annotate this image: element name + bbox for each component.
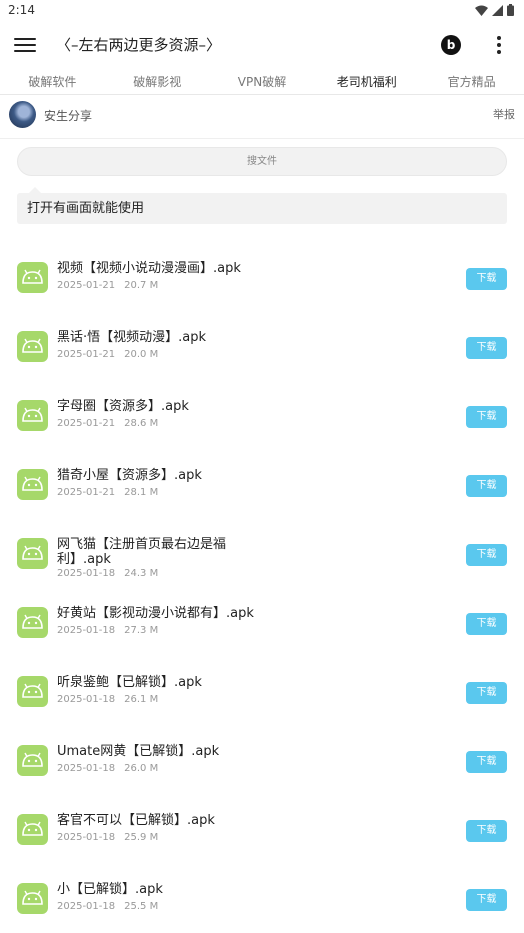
download-button[interactable]: 下载	[466, 268, 507, 290]
author-row: 安生分享 举报	[0, 96, 524, 134]
download-button[interactable]: 下载	[466, 337, 507, 359]
list-item[interactable]: 好黄站【影视动漫小说都有】.apk 2025-01-18 27.3 M 下载	[0, 588, 524, 657]
download-button[interactable]: 下载	[466, 751, 507, 773]
file-size: 26.0 M	[124, 763, 159, 774]
android-app-icon	[17, 400, 48, 431]
wifi-icon	[475, 5, 488, 16]
file-meta: 2025-01-21 20.7 M	[57, 280, 167, 291]
tip-bubble: 打开有画面就能使用	[17, 187, 507, 224]
file-size: 28.1 M	[124, 487, 159, 498]
battery-icon	[507, 4, 514, 16]
file-name[interactable]: 视频【视频小说动漫漫画】.apk	[57, 261, 317, 276]
file-size: 28.6 M	[124, 418, 159, 429]
android-app-icon	[17, 538, 48, 569]
app-bar: 〈–左右两边更多资源–〉 b	[0, 22, 524, 68]
status-bar: 2:14	[0, 0, 524, 22]
tab-cracked-video[interactable]: 破解影视	[105, 68, 210, 94]
file-meta: 2025-01-18 25.5 M	[57, 901, 167, 912]
list-item[interactable]: Umate网黄【已解锁】.apk 2025-01-18 26.0 M 下载	[0, 726, 524, 795]
file-meta: 2025-01-21 28.6 M	[57, 418, 167, 429]
file-meta: 2025-01-18 26.1 M	[57, 694, 167, 705]
file-date: 2025-01-18	[57, 763, 116, 774]
clock: 2:14	[8, 3, 35, 17]
list-item[interactable]: 小【已解锁】.apk 2025-01-18 25.5 M 下载	[0, 864, 524, 933]
more-options-icon[interactable]	[494, 36, 504, 54]
list-item[interactable]: 猎奇小屋【资源多】.apk 2025-01-21 28.1 M 下载	[0, 450, 524, 519]
file-date: 2025-01-18	[57, 568, 116, 579]
android-app-icon	[17, 745, 48, 776]
file-name[interactable]: 猎奇小屋【资源多】.apk	[57, 468, 317, 483]
status-icons	[475, 4, 514, 16]
android-app-icon	[17, 469, 48, 500]
list-item[interactable]: 视频【视频小说动漫漫画】.apk 2025-01-21 20.7 M 下载	[0, 243, 524, 312]
file-size: 25.5 M	[124, 901, 159, 912]
report-link[interactable]: 举报	[493, 106, 515, 122]
file-size: 20.0 M	[124, 349, 159, 360]
file-size: 25.9 M	[124, 832, 159, 843]
file-meta: 2025-01-18 27.3 M	[57, 625, 167, 636]
download-button[interactable]: 下载	[466, 820, 507, 842]
file-date: 2025-01-21	[57, 487, 116, 498]
android-app-icon	[17, 262, 48, 293]
download-button[interactable]: 下载	[466, 406, 507, 428]
download-button[interactable]: 下载	[466, 544, 507, 566]
file-date: 2025-01-21	[57, 418, 116, 429]
download-button[interactable]: 下载	[466, 613, 507, 635]
list-item[interactable]: 听泉鉴鲍【已解锁】.apk 2025-01-18 26.1 M 下载	[0, 657, 524, 726]
file-name[interactable]: 好黄站【影视动漫小说都有】.apk	[57, 606, 317, 621]
android-app-icon	[17, 676, 48, 707]
file-date: 2025-01-18	[57, 832, 116, 843]
file-list: 视频【视频小说动漫漫画】.apk 2025-01-21 20.7 M 下载 黑话·悟【视…	[0, 243, 524, 933]
file-meta: 2025-01-18 26.0 M	[57, 763, 167, 774]
download-button[interactable]: 下载	[466, 889, 507, 911]
android-app-icon	[17, 607, 48, 638]
file-date: 2025-01-18	[57, 901, 116, 912]
file-size: 26.1 M	[124, 694, 159, 705]
menu-icon[interactable]	[14, 35, 36, 55]
list-item[interactable]: 字母圈【资源多】.apk 2025-01-21 28.6 M 下载	[0, 381, 524, 450]
android-app-icon	[17, 883, 48, 914]
file-date: 2025-01-18	[57, 625, 116, 636]
file-size: 24.3 M	[124, 568, 159, 579]
page-title: 〈–左右两边更多资源–〉	[56, 36, 222, 54]
android-app-icon	[17, 331, 48, 362]
file-size: 27.3 M	[124, 625, 159, 636]
download-button[interactable]: 下载	[466, 682, 507, 704]
file-name[interactable]: 黑话·悟【视频动漫】.apk	[57, 330, 317, 345]
list-item[interactable]: 客官不可以【已解锁】.apk 2025-01-18 25.9 M 下载	[0, 795, 524, 864]
file-name[interactable]: 听泉鉴鲍【已解锁】.apk	[57, 675, 317, 690]
android-app-icon	[17, 814, 48, 845]
download-button[interactable]: 下载	[466, 475, 507, 497]
list-item[interactable]: 网飞猫【注册首页最右边是福利】.apk 2025-01-18 24.3 M 下载	[0, 519, 524, 588]
tab-veteran-perks[interactable]: 老司机福利	[314, 68, 419, 94]
file-meta: 2025-01-21 28.1 M	[57, 487, 167, 498]
file-name[interactable]: 客官不可以【已解锁】.apk	[57, 813, 317, 828]
file-meta: 2025-01-18 25.9 M	[57, 832, 167, 843]
file-date: 2025-01-21	[57, 280, 116, 291]
file-name[interactable]: 网飞猫【注册首页最右边是福利】.apk	[57, 537, 257, 567]
signal-icon	[492, 4, 503, 16]
file-date: 2025-01-21	[57, 349, 116, 360]
tab-bar: 破解软件 破解影视 VPN破解 老司机福利 官方精品	[0, 68, 524, 95]
tab-cracked-software[interactable]: 破解软件	[0, 68, 105, 94]
file-meta: 2025-01-21 20.0 M	[57, 349, 167, 360]
file-name[interactable]: Umate网黄【已解锁】.apk	[57, 744, 317, 759]
avatar[interactable]	[9, 101, 36, 128]
tab-vpn[interactable]: VPN破解	[210, 68, 315, 94]
b-logo-icon[interactable]: b	[441, 35, 461, 55]
file-name[interactable]: 小【已解锁】.apk	[57, 882, 317, 897]
list-item[interactable]: 黑话·悟【视频动漫】.apk 2025-01-21 20.0 M 下载	[0, 312, 524, 381]
file-size: 20.7 M	[124, 280, 159, 291]
file-date: 2025-01-18	[57, 694, 116, 705]
search-input[interactable]: 搜文件	[17, 147, 507, 176]
file-name[interactable]: 字母圈【资源多】.apk	[57, 399, 317, 414]
divider	[0, 138, 524, 139]
tab-official-picks[interactable]: 官方精品	[419, 68, 524, 94]
author-name[interactable]: 安生分享	[44, 107, 92, 124]
file-meta: 2025-01-18 24.3 M	[57, 568, 167, 579]
